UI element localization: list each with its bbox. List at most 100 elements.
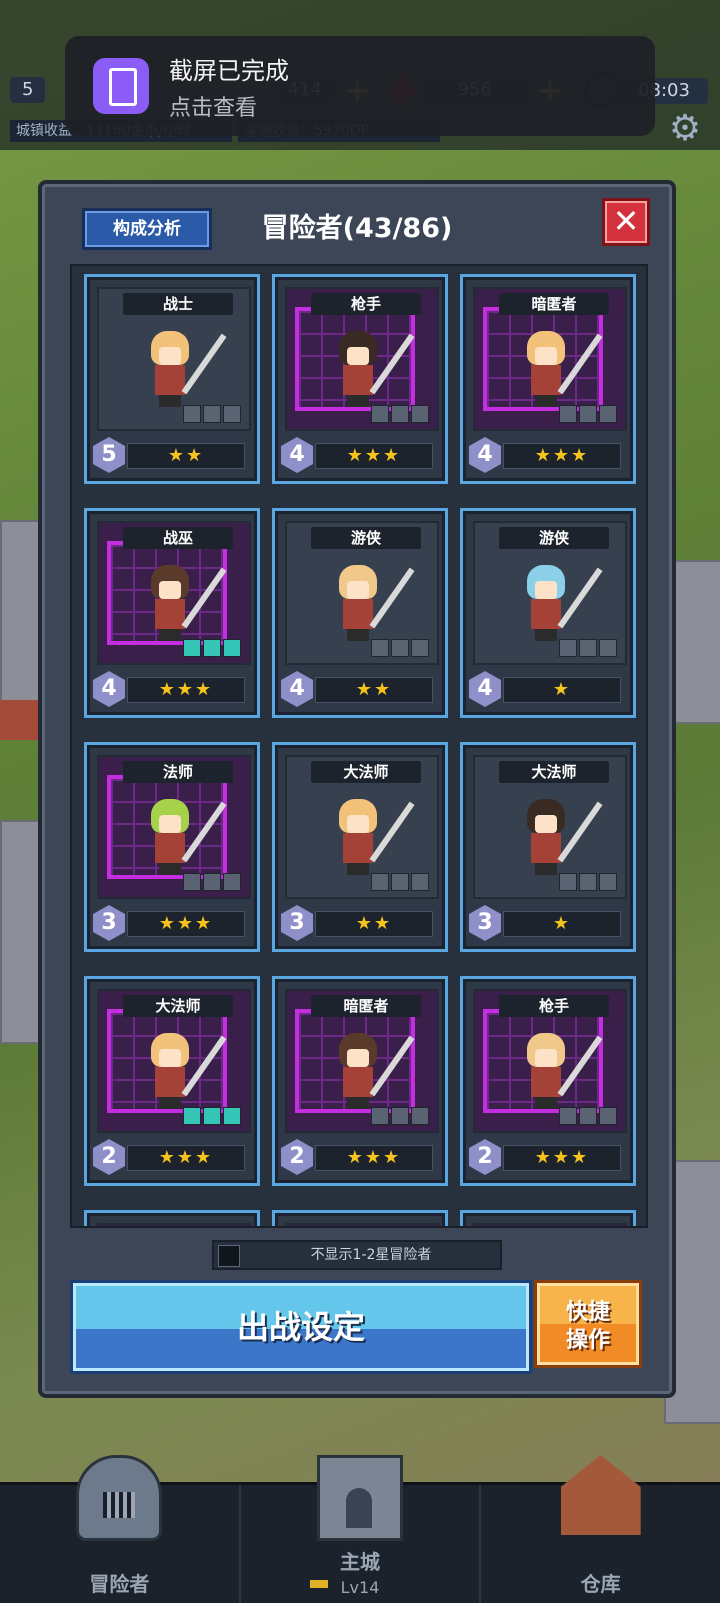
adventurer-class: 枪手 (499, 995, 609, 1017)
adventurer-sprite (519, 793, 573, 877)
boots-slot-icon (411, 405, 429, 423)
adventurer-panel: 构成分析 冒险者(43/86) ✕ 战士 5 ★★ 枪手 4 ★★★ 暗匿者 4 ★★★ 战巫 4 ★… (38, 180, 676, 1398)
boots-slot-icon (599, 873, 617, 891)
adventurer-sprite (331, 559, 385, 643)
star-rating: ★★★ (127, 911, 245, 937)
bottom-navigation: 冒险者 主城 Lv14 仓库 (0, 1455, 720, 1603)
screenshot-toast[interactable]: 截屏已完成 点击查看 (65, 36, 655, 136)
battle-setup-button[interactable]: 出战设定 (70, 1280, 532, 1374)
settings-gear-icon[interactable]: ⚙ (666, 110, 704, 148)
adventurer-list[interactable]: 战士 5 ★★ 枪手 4 ★★★ 暗匿者 4 ★★★ 战巫 4 ★★★ 游侠 4 ★★ 游侠 4 ★ 法师 3 ★★★ 大… (70, 264, 648, 1228)
boots-slot-icon (223, 639, 241, 657)
quick-operation-button[interactable]: 快捷 操作 (534, 1280, 642, 1368)
adventurer-class: 游侠 (311, 527, 421, 549)
equipment-slots (559, 405, 617, 423)
adventurer-portrait: 暗匿者 (473, 287, 627, 431)
weapon-slot-icon (371, 405, 389, 423)
adventurer-card[interactable]: 大法师 3 ★★ (272, 742, 448, 952)
adventurer-card[interactable]: 游侠 4 ★★ (272, 508, 448, 718)
weapon-slot-icon (371, 873, 389, 891)
nav-warehouse-label: 仓库 (580, 1572, 621, 1596)
boots-slot-icon (411, 873, 429, 891)
adventurer-portrait: 法师 (97, 755, 251, 899)
adventurer-card[interactable]: 大法师 3 ★ (460, 742, 636, 952)
adventurer-card[interactable]: 战士 5 ★★ (84, 274, 260, 484)
star-rating: ★★★ (503, 1145, 621, 1171)
weapon-slot-icon (183, 873, 201, 891)
level-badge: 3 (281, 905, 313, 941)
nav-warehouse[interactable]: 仓库 (481, 1455, 720, 1603)
adventurer-sprite (143, 1027, 197, 1111)
star-rating: ★★★ (315, 1145, 433, 1171)
checkbox[interactable] (218, 1245, 240, 1267)
level-badge: 4 (469, 671, 501, 707)
equipment-slots (183, 1107, 241, 1125)
level-badge: 2 (93, 1139, 125, 1175)
level-progress-indicator (310, 1580, 328, 1588)
armor-slot-icon (579, 405, 597, 423)
star-rating: ★★★ (315, 443, 433, 469)
level-badge: 3 (469, 905, 501, 941)
armor-slot-icon (203, 405, 221, 423)
adventurer-sprite (143, 793, 197, 877)
adventurer-sprite (143, 325, 197, 409)
adventurer-portrait: 战士 (97, 287, 251, 431)
adventurer-card[interactable]: 大法师 2 ★★★ (84, 976, 260, 1186)
boots-slot-icon (599, 639, 617, 657)
weapon-slot-icon (183, 405, 201, 423)
adventurer-card[interactable]: 法师 (84, 1210, 260, 1226)
adventurer-sprite (331, 325, 385, 409)
armor-slot-icon (203, 639, 221, 657)
adventurer-portrait: 大法师 (473, 755, 627, 899)
star-rating: ★ (503, 911, 621, 937)
castle-icon (317, 1455, 403, 1541)
adventurer-class: 战士 (123, 293, 233, 315)
level-badge: 4 (469, 437, 501, 473)
armor-slot-icon (391, 873, 409, 891)
boots-slot-icon (599, 1107, 617, 1125)
toast-subtitle: 点击查看 (169, 95, 258, 121)
adventurer-sprite (331, 793, 385, 877)
adventurer-card[interactable]: 游侠 4 ★ (460, 508, 636, 718)
adventurer-sprite (143, 559, 197, 643)
adventurer-card[interactable]: 战巫 4 ★★★ (84, 508, 260, 718)
equipment-slots (183, 639, 241, 657)
boots-slot-icon (411, 1107, 429, 1125)
boots-slot-icon (223, 1107, 241, 1125)
adventurer-portrait: 大法师 (285, 755, 439, 899)
adventurer-portrait: 战巫 (97, 521, 251, 665)
armor-slot-icon (579, 1107, 597, 1125)
adventurer-card[interactable]: 枪手 2 ★★★ (460, 976, 636, 1186)
nav-main-city-label: 主城 (340, 1550, 380, 1574)
equipment-slots (559, 1107, 617, 1125)
close-button[interactable]: ✕ (602, 198, 650, 246)
level-badge: 5 (93, 437, 125, 473)
weapon-slot-icon (559, 639, 577, 657)
adventurer-card[interactable]: 枪手 4 ★★★ (272, 274, 448, 484)
nav-adventurers[interactable]: 冒险者 (0, 1455, 241, 1603)
weapon-slot-icon (559, 405, 577, 423)
adventurer-card[interactable]: 战巫 (272, 1210, 448, 1226)
weapon-slot-icon (371, 1107, 389, 1125)
hide-low-star-toggle[interactable]: 不显示1-2星冒险者 (212, 1240, 502, 1270)
adventurer-class: 大法师 (499, 761, 609, 783)
adventurer-class: 游侠 (499, 527, 609, 549)
adventurer-sprite (519, 559, 573, 643)
adventurer-class: 暗匿者 (311, 995, 421, 1017)
equipment-slots (183, 873, 241, 891)
nav-main-city[interactable]: 主城 Lv14 (241, 1455, 482, 1603)
boots-slot-icon (411, 639, 429, 657)
adventurer-card[interactable]: 暗匿者 2 ★★★ (272, 976, 448, 1186)
adventurer-class: 大法师 (311, 761, 421, 783)
adventurer-card[interactable]: 枪手 (460, 1210, 636, 1226)
equipment-slots (371, 405, 429, 423)
adventurer-card[interactable]: 法师 3 ★★★ (84, 742, 260, 952)
weapon-slot-icon (559, 1107, 577, 1125)
gold-counter: 5 (10, 77, 46, 103)
adventurer-portrait: 枪手 (473, 989, 627, 1133)
adventurer-portrait: 枪手 (473, 1223, 627, 1226)
knight-helmet-icon (76, 1455, 163, 1541)
adventurer-card[interactable]: 暗匿者 4 ★★★ (460, 274, 636, 484)
adventurer-portrait: 战巫 (285, 1223, 439, 1226)
armor-slot-icon (203, 873, 221, 891)
